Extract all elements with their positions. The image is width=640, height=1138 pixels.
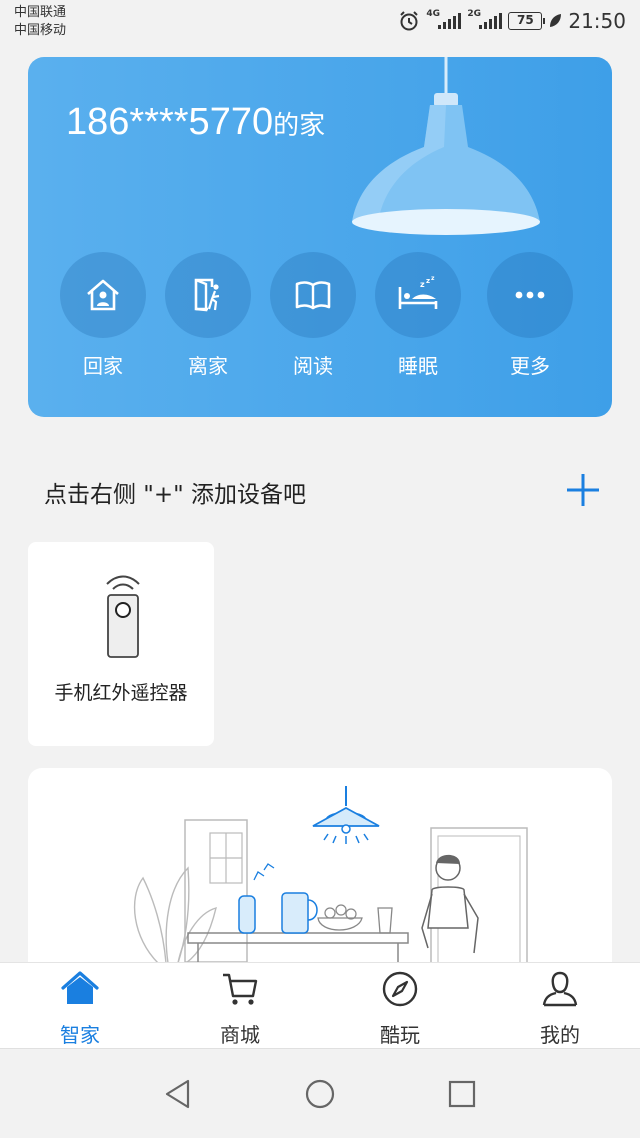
signal-icon-2: 2G [467,9,503,29]
tab-label: 智家 [60,1023,100,1047]
scene-label: 睡眠 [398,354,438,378]
home-suffix: 的家 [273,110,326,140]
scene-reading[interactable]: 阅读 [270,252,356,379]
scene-label: 离家 [188,354,228,378]
svg-text:z: z [431,275,435,282]
plus-icon[interactable] [560,467,606,513]
exit-door-icon [194,278,220,312]
svg-text:z: z [426,277,430,285]
scene-circle [60,252,146,338]
battery-icon: 75 [508,12,546,30]
home-hero-card: 186****5770的家 回家 离家 阅读 z z z 睡眠 更多 [28,57,612,417]
tab-smart-home[interactable]: 智家 [0,963,160,1048]
scene-more[interactable]: 更多 [487,252,573,379]
back-icon[interactable] [161,1077,195,1111]
recents-icon[interactable] [445,1077,479,1111]
carrier-info: 中国联通 中国移动 [14,4,66,40]
scene-label: 回家 [83,354,123,378]
tab-label: 酷玩 [380,1023,420,1047]
scene-leave[interactable]: 离家 [165,252,251,379]
network-type-1: 4G [426,9,441,19]
home-person-icon [87,279,119,311]
cart-icon [223,973,258,1005]
smart-home-illustration [133,786,528,988]
leaf-icon [550,14,562,27]
tab-label: 商城 [220,1023,260,1047]
scene-circle [165,252,251,338]
network-type-2: 2G [467,9,482,19]
book-icon [295,281,331,310]
signal-icon-1: 4G [426,9,462,29]
home-illustration-card [28,768,612,988]
status-bar: 中国联通 中国移动 4G 2G 75 21:50 [0,0,640,44]
scene-circle [270,252,356,338]
compass-icon [382,971,418,1007]
scene-label: 更多 [510,354,550,378]
status-icons: 4G 2G 75 21:50 [398,9,626,33]
scene-circle [487,252,573,338]
svg-text:z: z [420,280,425,289]
pendant-lamp-illustration [352,57,540,235]
home-icon [61,971,99,1004]
home-name: 186****5770 [66,101,274,143]
scene-circle: z z z [375,252,461,338]
tab-label: 我的 [540,1023,580,1047]
device-card[interactable]: 手机红外遥控器 [28,542,214,746]
scene-home[interactable]: 回家 [60,252,146,379]
clock: 21:50 [568,9,626,33]
add-device-hint: 点击右侧 "+" 添加设备吧 [44,482,307,508]
scene-list: 回家 离家 阅读 z z z 睡眠 更多 [28,252,612,382]
user-icon [542,971,578,1007]
home-title[interactable]: 186****5770的家 [66,101,325,144]
more-dots-icon [515,291,545,299]
system-nav-bar [0,1048,640,1138]
bottom-tab-bar: 智家 商城 酷玩 我的 [0,962,640,1048]
scene-sleep[interactable]: z z z 睡眠 [375,252,461,379]
tab-explore[interactable]: 酷玩 [320,963,480,1048]
alarm-icon [400,11,419,31]
device-name: 手机红外遥控器 [54,682,188,704]
ir-remote-icon [106,575,140,658]
add-device-row: 点击右侧 "+" 添加设备吧 [0,455,640,525]
sleep-bed-icon: z z z [398,275,438,309]
scene-label: 阅读 [293,354,333,378]
home-button-icon[interactable] [303,1077,337,1111]
carrier-2: 中国移动 [14,23,67,38]
tab-me[interactable]: 我的 [480,963,640,1048]
tab-store[interactable]: 商城 [160,963,320,1048]
carrier-1: 中国联通 [14,5,67,20]
